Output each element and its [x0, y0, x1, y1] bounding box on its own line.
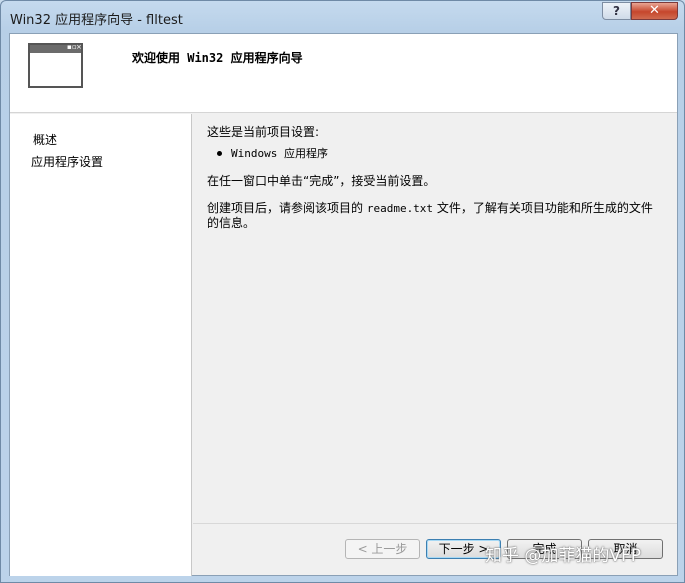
wizard-content: 这些是当前项目设置: Windows 应用程序 在任一窗口中单击“完成”，接受当…	[193, 114, 677, 524]
banner-title: 欢迎使用 Win32 应用程序向导	[132, 51, 303, 65]
bullet-dot	[217, 150, 222, 156]
wizard-client-area: ▪ ▫ × 欢迎使用 Win32 应用程序向导 概述 应用程序设置 这些是当前项目设…	[9, 33, 678, 576]
readme-file: readme.txt	[366, 202, 434, 215]
readme-note: 创建项目后，请参阅该项目的 readme.txt 文件，了解有关项目功能和所生成…	[207, 201, 663, 230]
window-icon: ▪ ▫ ×	[28, 43, 83, 88]
readme-prefix: 创建项目后，请参阅该项目的	[207, 201, 367, 215]
title-bar[interactable]: Win32 应用程序向导 - flltest ? ✕	[1, 1, 684, 33]
button-separator	[193, 523, 677, 524]
wizard-nav: 概述 应用程序设置	[10, 114, 192, 576]
window-title: Win32 应用程序向导 - flltest	[10, 13, 183, 28]
help-button[interactable]: ?	[602, 2, 631, 20]
wizard-window: Win32 应用程序向导 - flltest ? ✕ ▪ ▫ × 欢迎使用 Win3…	[0, 0, 685, 583]
watermark: 知乎 @加菲猫的VFP	[485, 546, 642, 566]
settings-bullet: Windows 应用程序	[217, 145, 663, 161]
settings-bullet-text: Windows 应用程序	[231, 147, 328, 160]
close-button[interactable]: ✕	[631, 2, 678, 20]
prev-button[interactable]: < 上一步	[345, 539, 420, 559]
wizard-banner: ▪ ▫ × 欢迎使用 Win32 应用程序向导	[10, 34, 677, 113]
nav-item-app-settings[interactable]: 应用程序设置	[31, 153, 103, 170]
nav-item-overview[interactable]: 概述	[33, 131, 57, 148]
settings-heading: 这些是当前项目设置:	[207, 125, 320, 139]
finish-instruction: 在任一窗口中单击“完成”，接受当前设置。	[207, 174, 436, 188]
